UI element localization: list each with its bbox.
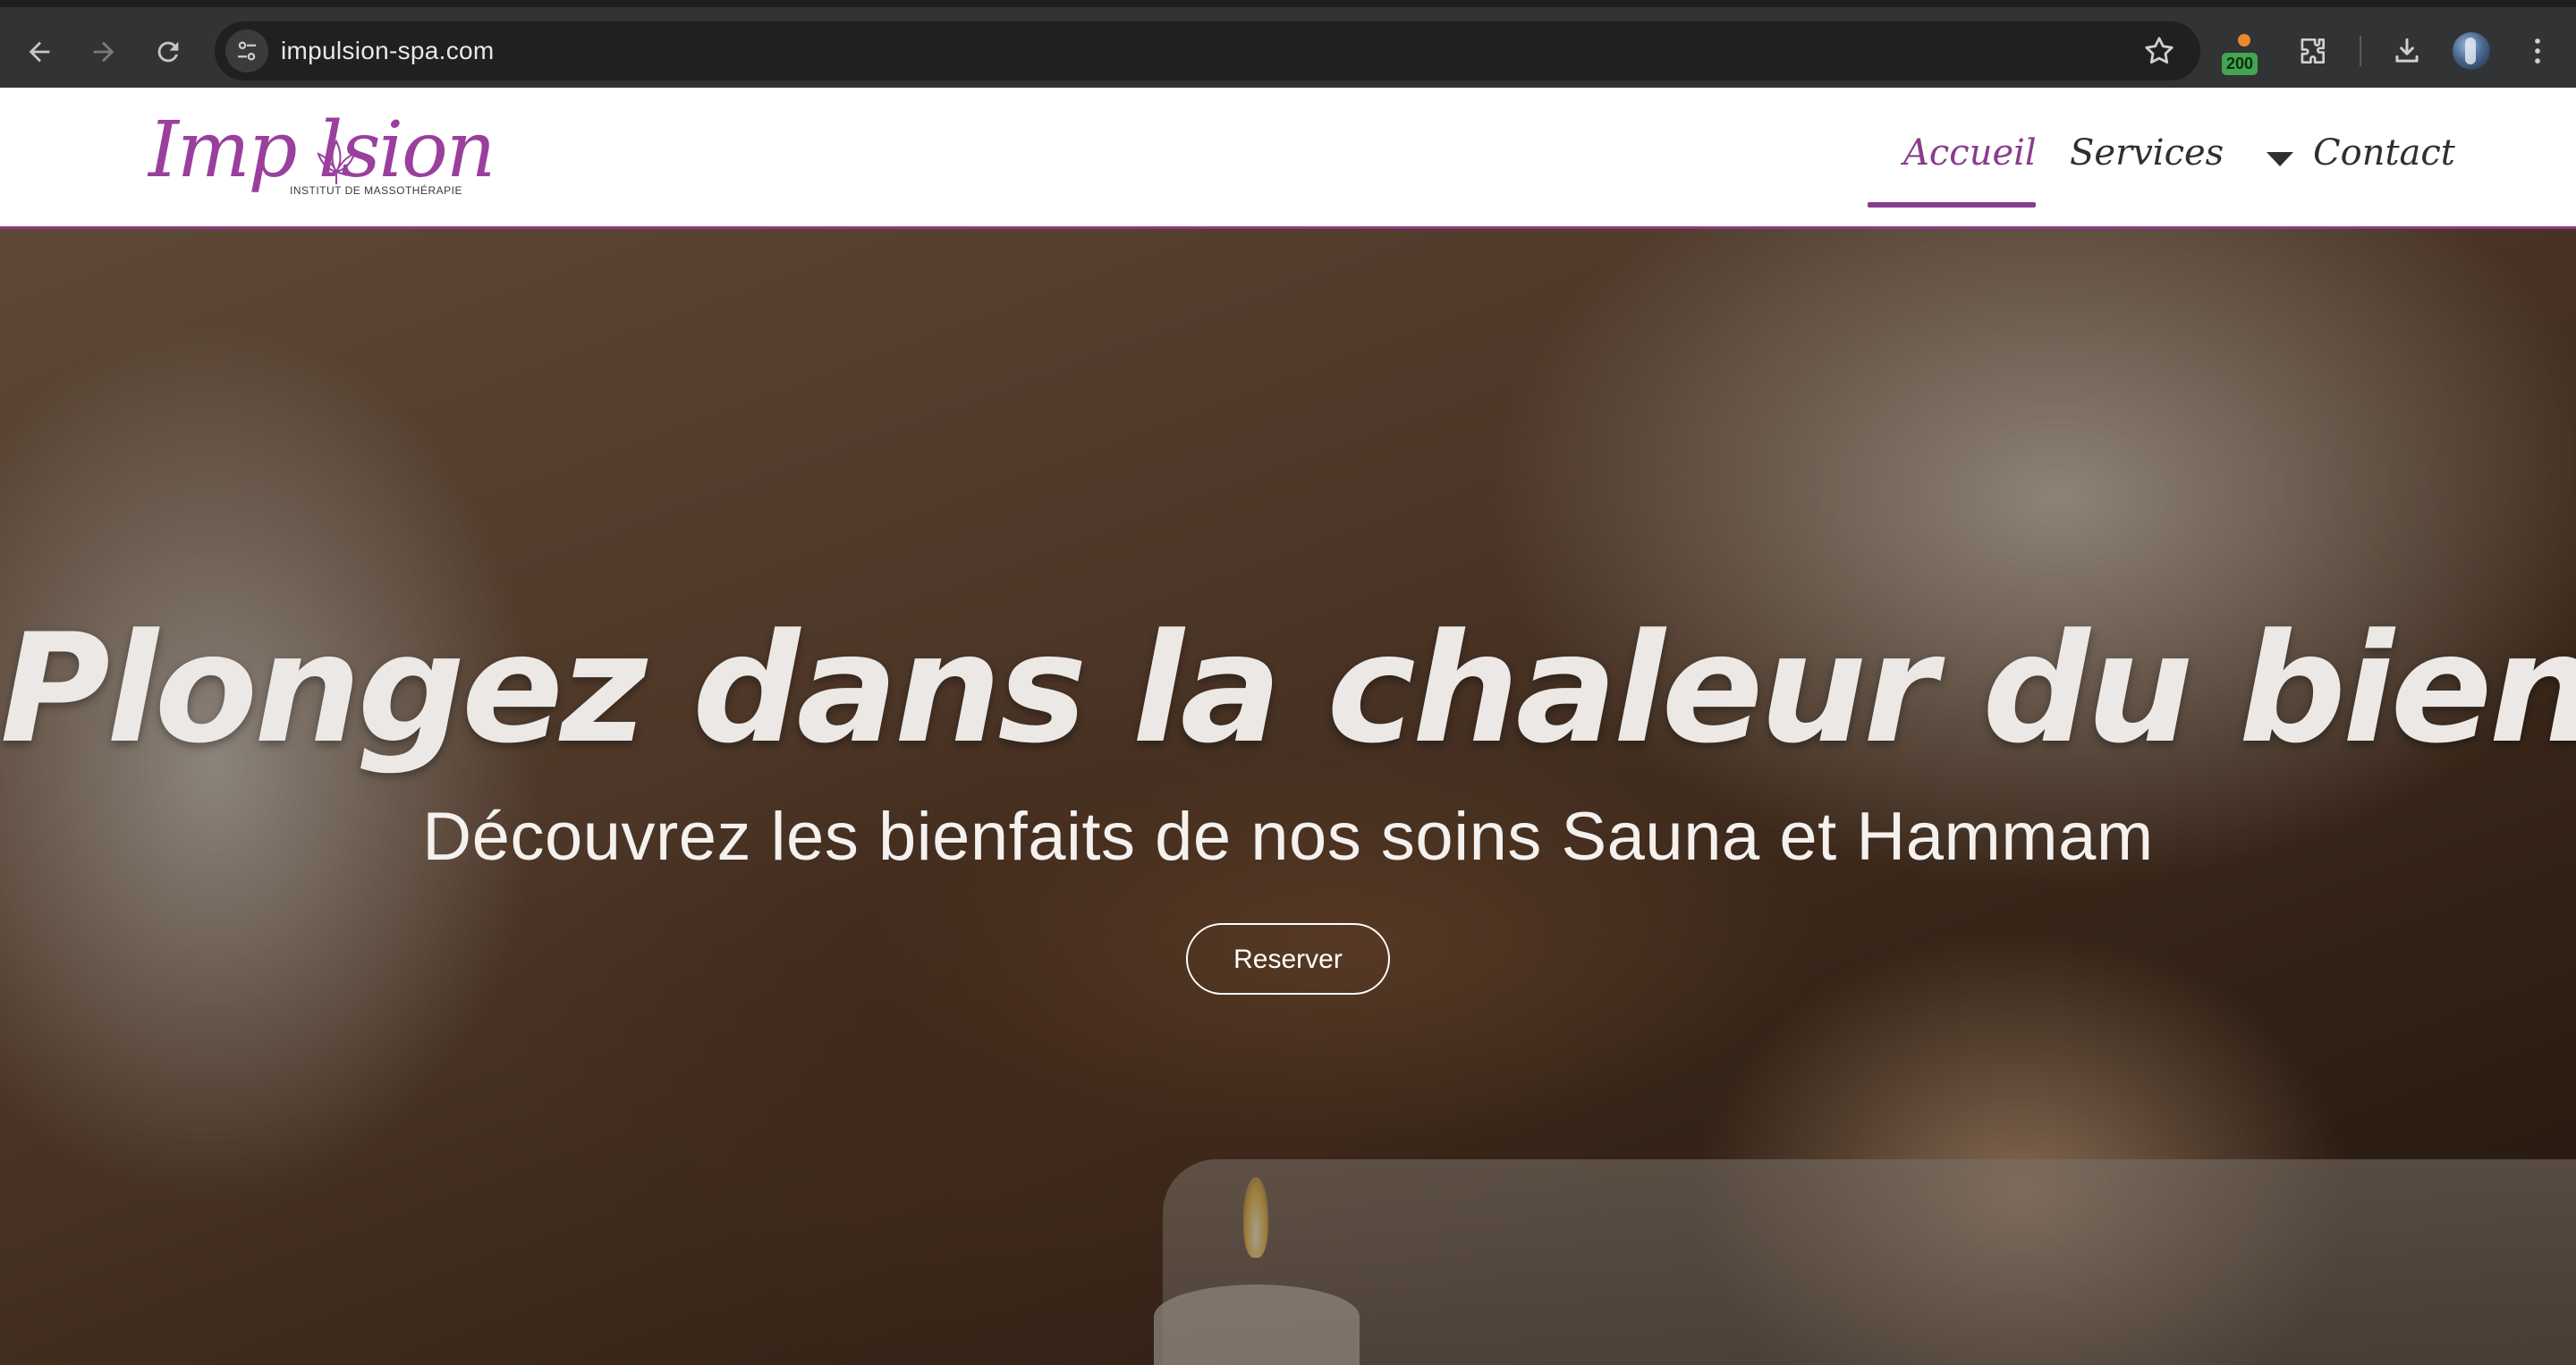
- hero-image-overlay: [0, 229, 2576, 1365]
- reload-button[interactable]: [145, 29, 191, 75]
- downloads-button[interactable]: [2386, 30, 2428, 72]
- address-bar[interactable]: impulsion-spa.com: [215, 21, 2200, 81]
- reserve-button[interactable]: Reserver: [1186, 923, 1390, 995]
- nav-services[interactable]: Services: [2070, 132, 2224, 174]
- arrow-right-icon: [93, 41, 114, 63]
- extensions-button[interactable]: [2292, 30, 2333, 72]
- hero-title: Plongez dans la chaleur du bien-être.: [0, 601, 2576, 776]
- reload-icon: [157, 41, 179, 63]
- chevron-down-icon[interactable]: [2267, 152, 2293, 166]
- extension-icon: [2238, 34, 2250, 47]
- browser-menu-button[interactable]: [2517, 30, 2558, 72]
- site-logo[interactable]: Imp lsion INSTITUT DE MASSOTHÉRAPIE: [148, 106, 496, 211]
- back-button[interactable]: [16, 29, 63, 75]
- hero-section: Plongez dans la chaleur du bien-être. Dé…: [0, 229, 2576, 1365]
- extension-badge: 200: [2222, 53, 2258, 75]
- download-icon: [2395, 38, 2419, 63]
- profile-avatar[interactable]: [2453, 32, 2490, 70]
- nav-contact[interactable]: Contact: [2313, 132, 2455, 174]
- extension-button[interactable]: 200: [2222, 34, 2268, 75]
- star-icon[interactable]: [2141, 33, 2177, 69]
- site-info-button[interactable]: [225, 30, 268, 72]
- logo-tagline: INSTITUT DE MASSOTHÉRAPIE: [290, 184, 462, 197]
- site-header: Imp lsion INSTITUT DE MASSOTHÉRAPIE Accu…: [0, 88, 2576, 229]
- browser-toolbar: impulsion-spa.com 200: [0, 0, 2576, 88]
- puzzle-icon: [2301, 38, 2326, 64]
- lotus-flower-icon: [317, 139, 356, 184]
- hero-subtitle: Découvrez les bienfaits de nos soins Sau…: [422, 799, 2154, 875]
- toolbar-separator: [2360, 36, 2361, 66]
- nav-home[interactable]: Accueil: [1903, 132, 2037, 174]
- url-text[interactable]: impulsion-spa.com: [281, 21, 495, 81]
- kebab-menu-icon: [2535, 38, 2540, 64]
- tune-icon: [238, 41, 256, 61]
- arrow-left-icon: [29, 41, 50, 63]
- forward-button[interactable]: [80, 29, 127, 75]
- nav-active-indicator: [1868, 202, 2036, 208]
